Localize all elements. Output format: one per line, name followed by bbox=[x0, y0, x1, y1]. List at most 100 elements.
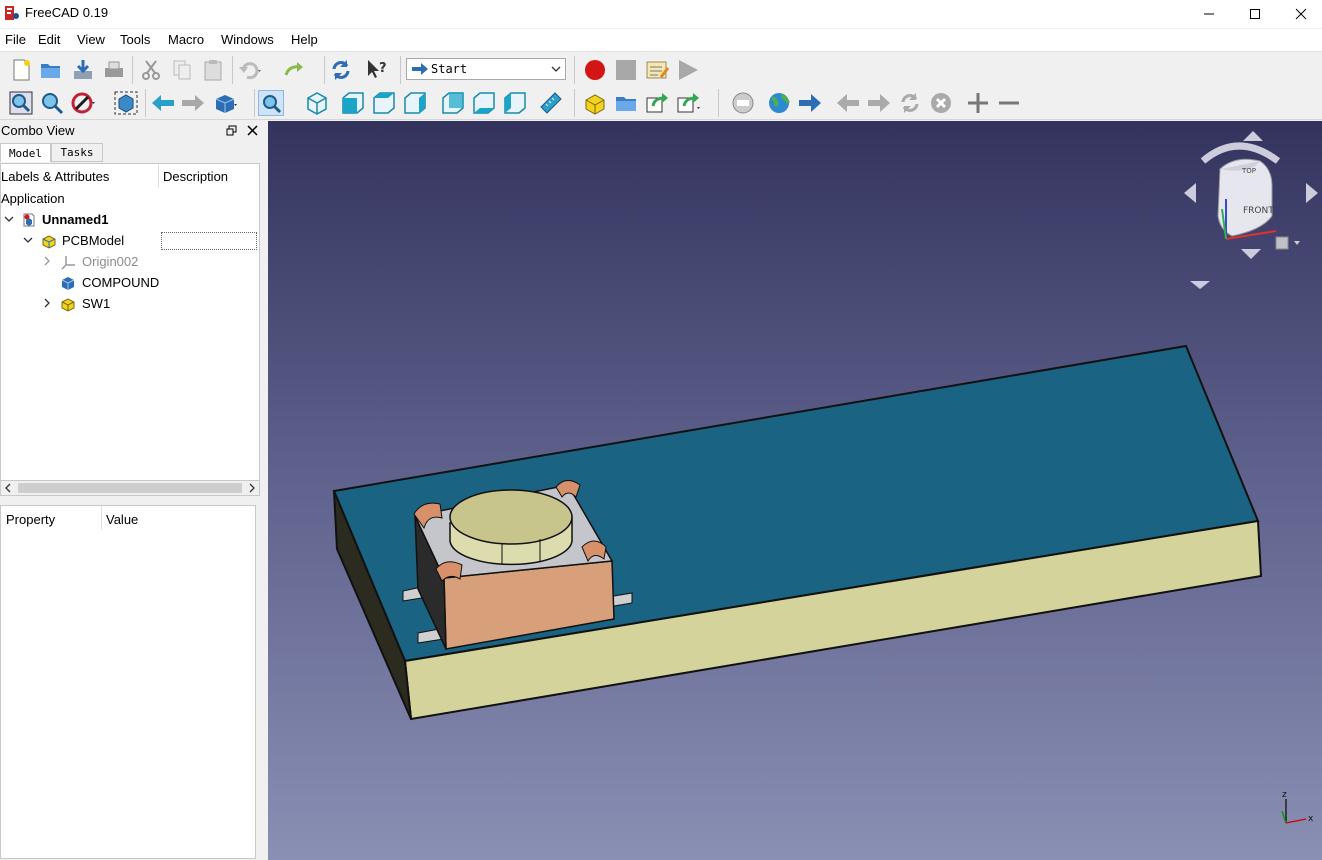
menu-file[interactable]: File bbox=[5, 32, 26, 47]
scroll-right-icon[interactable] bbox=[247, 483, 257, 493]
nav-arrow-left-icon[interactable] bbox=[1184, 183, 1196, 203]
refresh-icon bbox=[901, 93, 919, 113]
chevron-down-icon[interactable] bbox=[3, 213, 15, 225]
column-header-value[interactable]: Value bbox=[106, 512, 138, 527]
web-zoom-out-button[interactable] bbox=[996, 90, 1022, 116]
tree-item-compound[interactable]: COMPOUND bbox=[1, 273, 259, 293]
window-title: FreeCAD 0.19 bbox=[25, 5, 109, 20]
close-button[interactable] bbox=[1278, 0, 1322, 28]
print-button[interactable] bbox=[101, 57, 127, 83]
cut-button[interactable] bbox=[138, 57, 164, 83]
rear-view-icon bbox=[442, 92, 464, 114]
arrow-right-icon bbox=[182, 95, 204, 111]
part-icon bbox=[61, 298, 75, 312]
menu-help[interactable]: Help bbox=[291, 32, 318, 47]
view-forward-button[interactable] bbox=[180, 90, 206, 116]
switch-actuator-top[interactable] bbox=[449, 489, 573, 545]
nav-arrow-down-icon[interactable] bbox=[1241, 249, 1261, 259]
view-menu-icon[interactable] bbox=[1275, 236, 1289, 250]
draw-style-icon bbox=[71, 92, 95, 114]
view-left-button[interactable] bbox=[502, 90, 528, 116]
tree-item-pcbmodel[interactable]: PCBModel bbox=[1, 231, 259, 251]
view-bottom-button[interactable] bbox=[471, 90, 497, 116]
macro-record-button[interactable] bbox=[582, 57, 608, 83]
scroll-left-icon[interactable] bbox=[3, 483, 13, 493]
menu-edit[interactable]: Edit bbox=[38, 32, 60, 47]
web-next-button[interactable] bbox=[866, 90, 892, 116]
std-views-button[interactable] bbox=[212, 90, 238, 116]
tree-item-unnamed1[interactable]: Unnamed1 bbox=[1, 210, 259, 230]
menu-view[interactable]: View bbox=[77, 32, 105, 47]
tree-item-sw1[interactable]: SW1 bbox=[1, 294, 259, 314]
fit-all-button[interactable] bbox=[8, 90, 34, 116]
web-back-button[interactable] bbox=[835, 90, 861, 116]
fit-selection-button[interactable] bbox=[39, 90, 65, 116]
tab-tasks[interactable]: Tasks bbox=[51, 143, 103, 162]
tab-model[interactable]: Model bbox=[0, 143, 51, 162]
web-open-button[interactable] bbox=[766, 90, 792, 116]
column-header-description[interactable]: Description bbox=[163, 164, 259, 188]
create-part-button[interactable] bbox=[582, 90, 608, 116]
paste-button[interactable] bbox=[200, 57, 226, 83]
description-cell-editor[interactable] bbox=[161, 232, 257, 250]
chevron-down-icon[interactable] bbox=[22, 234, 34, 246]
view-isometric-button[interactable] bbox=[304, 90, 330, 116]
whats-this-button[interactable]: ? bbox=[364, 57, 390, 83]
scrollbar-thumb[interactable] bbox=[18, 483, 242, 493]
zoom-fit-icon bbox=[9, 91, 33, 115]
menu-windows[interactable]: Windows bbox=[221, 32, 274, 47]
web-zoom-in-button[interactable] bbox=[965, 90, 991, 116]
close-panel-icon[interactable] bbox=[247, 125, 258, 136]
float-panel-icon[interactable] bbox=[226, 125, 237, 136]
rotate-arrow-icon[interactable] bbox=[1200, 142, 1281, 164]
link-actions-button[interactable] bbox=[675, 90, 701, 116]
toolbar-view bbox=[0, 85, 1322, 120]
navcube-top-label: TOP bbox=[1241, 167, 1256, 175]
open-document-button[interactable] bbox=[38, 57, 64, 83]
save-button[interactable] bbox=[70, 57, 96, 83]
title-bar: FreeCAD 0.19 bbox=[0, 0, 1322, 28]
view-top-button[interactable] bbox=[371, 90, 397, 116]
chevron-right-icon[interactable] bbox=[41, 255, 53, 267]
web-stop-button[interactable] bbox=[928, 90, 954, 116]
view-front-button[interactable] bbox=[340, 90, 366, 116]
view-right-button[interactable] bbox=[402, 90, 428, 116]
zoom-button[interactable] bbox=[258, 90, 284, 116]
maximize-button[interactable] bbox=[1232, 0, 1278, 28]
refresh-button[interactable] bbox=[328, 57, 354, 83]
macro-run-button[interactable] bbox=[675, 57, 701, 83]
macro-edit-button[interactable] bbox=[644, 57, 670, 83]
view-rear-button[interactable] bbox=[440, 90, 466, 116]
workbench-selector[interactable]: Start bbox=[406, 58, 566, 80]
menu-macro[interactable]: Macro bbox=[168, 32, 204, 47]
chevron-right-icon[interactable] bbox=[41, 297, 53, 309]
new-document-button[interactable] bbox=[8, 57, 34, 83]
zoom-selection-icon bbox=[42, 93, 64, 115]
copy-button[interactable] bbox=[169, 57, 195, 83]
bounding-box-button[interactable] bbox=[113, 90, 139, 116]
create-group-button[interactable] bbox=[613, 90, 639, 116]
create-link-button[interactable] bbox=[644, 90, 670, 116]
macro-stop-button[interactable] bbox=[613, 57, 639, 83]
stop-icon bbox=[616, 60, 636, 80]
navigation-cube[interactable]: TOP FRONT bbox=[1184, 131, 1318, 289]
column-header-property[interactable]: Property bbox=[6, 512, 55, 527]
help-pointer-icon: ? bbox=[368, 60, 387, 78]
undo-button[interactable] bbox=[236, 57, 262, 83]
close-icon bbox=[1295, 8, 1307, 20]
tree-item-label: Origin002 bbox=[82, 254, 139, 269]
web-go-button[interactable] bbox=[797, 90, 823, 116]
tree-horizontal-scrollbar[interactable] bbox=[0, 480, 260, 496]
minimize-button[interactable] bbox=[1186, 0, 1232, 28]
measure-distance-button[interactable] bbox=[538, 90, 564, 116]
web-refresh-button[interactable] bbox=[897, 90, 923, 116]
view-back-button[interactable] bbox=[150, 90, 176, 116]
3d-viewport[interactable]: TOP FRONT z x bbox=[268, 121, 1322, 860]
menu-tools[interactable]: Tools bbox=[120, 32, 150, 47]
column-header-labels[interactable]: Labels & Attributes bbox=[1, 164, 159, 188]
web-home-button[interactable] bbox=[730, 90, 756, 116]
redo-button[interactable] bbox=[281, 57, 307, 83]
nav-arrow-right-icon[interactable] bbox=[1306, 183, 1318, 203]
tree-item-origin002[interactable]: Origin002 bbox=[1, 252, 259, 272]
draw-style-button[interactable] bbox=[70, 90, 96, 116]
